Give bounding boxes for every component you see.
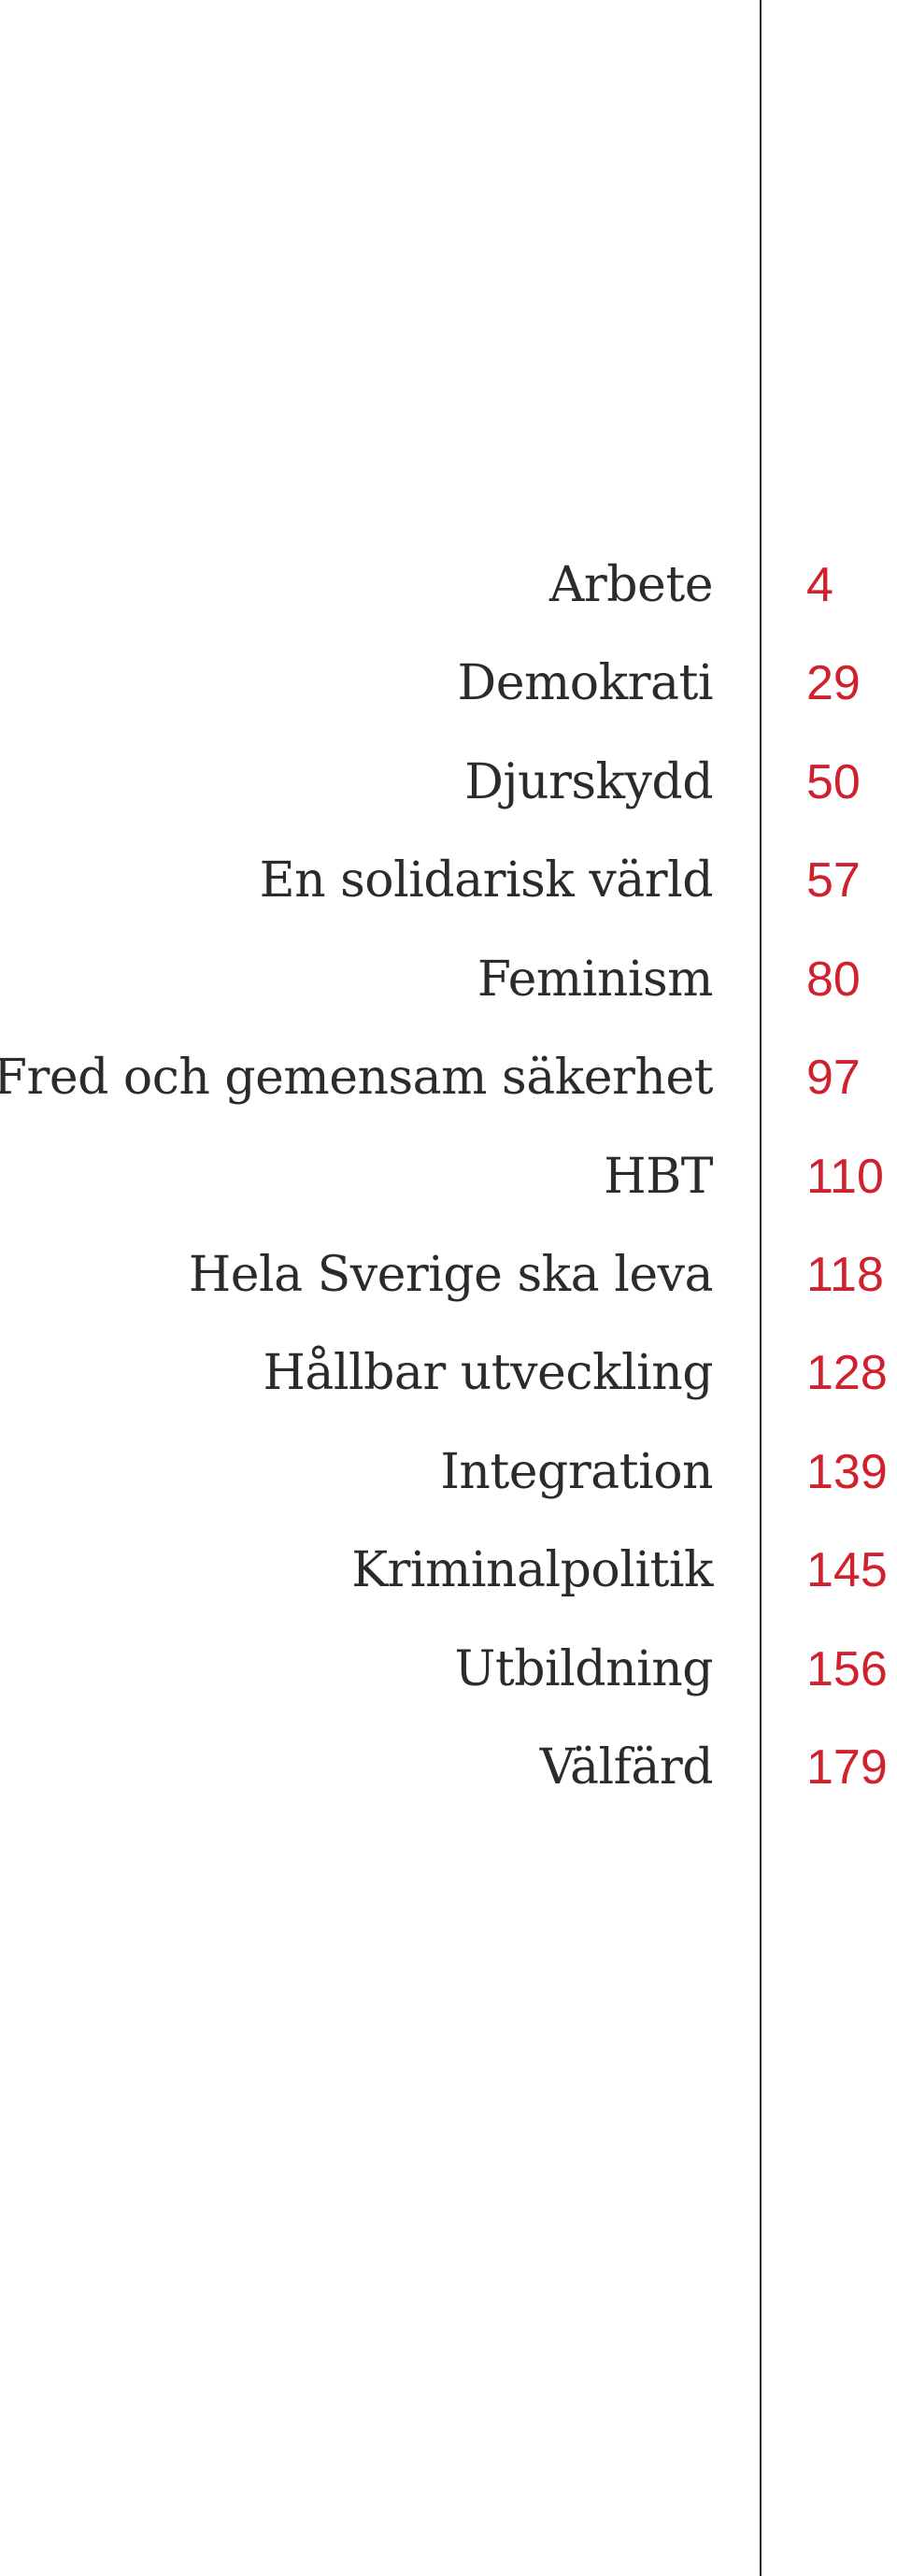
toc-entry[interactable]: Välfärd 179	[0, 1694, 897, 1792]
toc-entry[interactable]: Hållbar utveckling 128	[0, 1299, 897, 1397]
toc-entry-title: Feminism	[477, 952, 714, 1008]
toc-entry-title: Integration	[440, 1444, 713, 1500]
toc-entry-page: 128	[806, 1346, 888, 1400]
toc-entry-title: Hållbar utveckling	[263, 1345, 714, 1401]
toc-entry[interactable]: Feminism 80	[0, 906, 897, 1004]
toc-entry-page: 179	[806, 1740, 888, 1795]
toc-entry-title: En solidarisk värld	[259, 852, 714, 909]
toc-entry-title: Hela Sverige ska leva	[188, 1247, 714, 1303]
table-of-contents: Arbete 4 Demokrati 29 Djurskydd 50 En so…	[0, 0, 897, 2576]
toc-entry-title: Demokrati	[457, 655, 714, 711]
toc-entry[interactable]: Djurskydd 50	[0, 708, 897, 807]
toc-entry-page: 156	[806, 1642, 888, 1696]
toc-entry-title: Välfärd	[539, 1739, 714, 1796]
toc-entry[interactable]: Fred och gemensam säkerhet 97	[0, 1004, 897, 1102]
toc-entry[interactable]: Demokrati 29	[0, 609, 897, 708]
toc-entry[interactable]: Integration 139	[0, 1398, 897, 1496]
toc-entry[interactable]: HBT 110	[0, 1103, 897, 1201]
toc-entry-page: 57	[806, 853, 861, 908]
toc-entry-page: 139	[806, 1445, 888, 1499]
toc-entry-title: Kriminalpolitik	[351, 1542, 713, 1598]
toc-entry-title: Arbete	[548, 557, 714, 613]
toc-entry-page: 4	[806, 558, 833, 612]
toc-entry-page: 145	[806, 1543, 888, 1597]
toc-entry-page: 50	[806, 755, 861, 809]
toc-entry[interactable]: En solidarisk värld 57	[0, 807, 897, 905]
toc-entry[interactable]: Kriminalpolitik 145	[0, 1496, 897, 1595]
toc-entry-page: 97	[806, 1051, 861, 1105]
toc-entry-page: 110	[806, 1150, 884, 1204]
toc-entry-title: Utbildning	[454, 1641, 714, 1697]
toc-entry-title: Djurskydd	[464, 754, 713, 810]
toc-entry[interactable]: Utbildning 156	[0, 1596, 897, 1694]
toc-entry-page: 29	[806, 656, 861, 710]
toc-entry-title: Fred och gemensam säkerhet	[0, 1050, 714, 1106]
toc-entry[interactable]: Hela Sverige ska leva 118	[0, 1201, 897, 1299]
toc-entry-page: 118	[806, 1248, 884, 1302]
toc-entry[interactable]: Arbete 4	[0, 511, 897, 609]
toc-entry-page: 80	[806, 952, 861, 1007]
toc-entry-title: HBT	[604, 1149, 713, 1205]
